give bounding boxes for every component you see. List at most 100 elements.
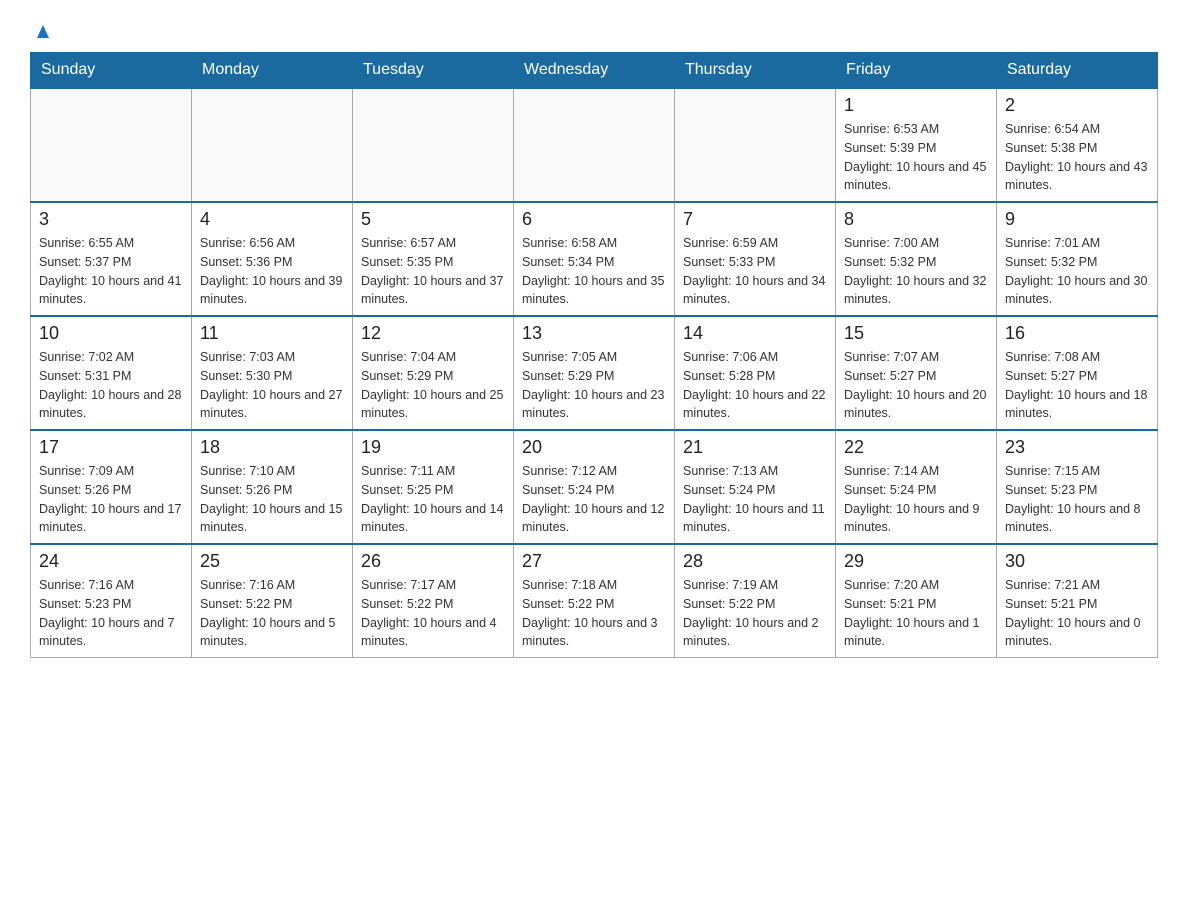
day-number: 25: [200, 551, 344, 572]
calendar-cell: 4 Sunrise: 6:56 AMSunset: 5:36 PMDaylight…: [192, 202, 353, 316]
day-info: Sunrise: 7:15 AMSunset: 5:23 PMDaylight:…: [1005, 462, 1149, 537]
day-info: Sunrise: 6:57 AMSunset: 5:35 PMDaylight:…: [361, 234, 505, 309]
calendar-cell: 18 Sunrise: 7:10 AMSunset: 5:26 PMDayligh…: [192, 430, 353, 544]
calendar-cell: 15 Sunrise: 7:07 AMSunset: 5:27 PMDayligh…: [836, 316, 997, 430]
day-info: Sunrise: 7:19 AMSunset: 5:22 PMDaylight:…: [683, 576, 827, 651]
calendar-cell: 8 Sunrise: 7:00 AMSunset: 5:32 PMDaylight…: [836, 202, 997, 316]
day-number: 15: [844, 323, 988, 344]
day-info: Sunrise: 7:14 AMSunset: 5:24 PMDaylight:…: [844, 462, 988, 537]
day-number: 2: [1005, 95, 1149, 116]
day-info: Sunrise: 6:55 AMSunset: 5:37 PMDaylight:…: [39, 234, 183, 309]
calendar-cell: 1Sunrise: 6:53 AMSunset: 5:39 PMDaylight…: [836, 88, 997, 202]
day-info: Sunrise: 7:21 AMSunset: 5:21 PMDaylight:…: [1005, 576, 1149, 651]
day-info: Sunrise: 6:56 AMSunset: 5:36 PMDaylight:…: [200, 234, 344, 309]
day-number: 8: [844, 209, 988, 230]
page-header: [30, 20, 1158, 42]
day-number: 16: [1005, 323, 1149, 344]
week-row-3: 10 Sunrise: 7:02 AMSunset: 5:31 PMDayligh…: [31, 316, 1158, 430]
day-number: 21: [683, 437, 827, 458]
day-number: 5: [361, 209, 505, 230]
calendar-cell: 7 Sunrise: 6:59 AMSunset: 5:33 PMDaylight…: [675, 202, 836, 316]
day-number: 7: [683, 209, 827, 230]
calendar-cell: 5 Sunrise: 6:57 AMSunset: 5:35 PMDaylight…: [353, 202, 514, 316]
logo: [30, 20, 56, 42]
day-info: Sunrise: 7:04 AMSunset: 5:29 PMDaylight:…: [361, 348, 505, 423]
calendar-cell: 17 Sunrise: 7:09 AMSunset: 5:26 PMDayligh…: [31, 430, 192, 544]
calendar-cell: 27Sunrise: 7:18 AMSunset: 5:22 PMDayligh…: [514, 544, 675, 658]
day-number: 18: [200, 437, 344, 458]
day-info: Sunrise: 7:02 AMSunset: 5:31 PMDaylight:…: [39, 348, 183, 423]
calendar-cell: 25 Sunrise: 7:16 AMSunset: 5:22 PMDayligh…: [192, 544, 353, 658]
calendar-table: SundayMondayTuesdayWednesdayThursdayFrid…: [30, 52, 1158, 658]
calendar-cell: 14Sunrise: 7:06 AMSunset: 5:28 PMDayligh…: [675, 316, 836, 430]
calendar-cell: 13 Sunrise: 7:05 AMSunset: 5:29 PMDayligh…: [514, 316, 675, 430]
calendar-header-tuesday: Tuesday: [353, 53, 514, 89]
calendar-cell: 26Sunrise: 7:17 AMSunset: 5:22 PMDayligh…: [353, 544, 514, 658]
day-info: Sunrise: 7:08 AMSunset: 5:27 PMDaylight:…: [1005, 348, 1149, 423]
calendar-cell: 16 Sunrise: 7:08 AMSunset: 5:27 PMDayligh…: [997, 316, 1158, 430]
day-number: 12: [361, 323, 505, 344]
day-number: 1: [844, 95, 988, 116]
calendar-cell: 21 Sunrise: 7:13 AMSunset: 5:24 PMDayligh…: [675, 430, 836, 544]
day-number: 19: [361, 437, 505, 458]
day-number: 28: [683, 551, 827, 572]
calendar-header-friday: Friday: [836, 53, 997, 89]
calendar-cell: 12 Sunrise: 7:04 AMSunset: 5:29 PMDayligh…: [353, 316, 514, 430]
calendar-cell: 24Sunrise: 7:16 AMSunset: 5:23 PMDayligh…: [31, 544, 192, 658]
day-info: Sunrise: 7:09 AMSunset: 5:26 PMDaylight:…: [39, 462, 183, 537]
calendar-cell: 2 Sunrise: 6:54 AMSunset: 5:38 PMDaylight…: [997, 88, 1158, 202]
calendar-cell: [514, 88, 675, 202]
calendar-cell: 10 Sunrise: 7:02 AMSunset: 5:31 PMDayligh…: [31, 316, 192, 430]
calendar-cell: 22 Sunrise: 7:14 AMSunset: 5:24 PMDayligh…: [836, 430, 997, 544]
calendar-cell: 19Sunrise: 7:11 AMSunset: 5:25 PMDayligh…: [353, 430, 514, 544]
logo-triangle-icon: [32, 20, 54, 42]
calendar-cell: 20 Sunrise: 7:12 AMSunset: 5:24 PMDayligh…: [514, 430, 675, 544]
week-row-4: 17 Sunrise: 7:09 AMSunset: 5:26 PMDayligh…: [31, 430, 1158, 544]
calendar-cell: 28 Sunrise: 7:19 AMSunset: 5:22 PMDayligh…: [675, 544, 836, 658]
day-number: 6: [522, 209, 666, 230]
day-number: 10: [39, 323, 183, 344]
day-info: Sunrise: 7:07 AMSunset: 5:27 PMDaylight:…: [844, 348, 988, 423]
day-number: 20: [522, 437, 666, 458]
day-number: 17: [39, 437, 183, 458]
day-number: 29: [844, 551, 988, 572]
day-info: Sunrise: 7:03 AMSunset: 5:30 PMDaylight:…: [200, 348, 344, 423]
day-info: Sunrise: 6:54 AMSunset: 5:38 PMDaylight:…: [1005, 120, 1149, 195]
day-info: Sunrise: 7:13 AMSunset: 5:24 PMDaylight:…: [683, 462, 827, 537]
day-info: Sunrise: 7:00 AMSunset: 5:32 PMDaylight:…: [844, 234, 988, 309]
day-info: Sunrise: 7:12 AMSunset: 5:24 PMDaylight:…: [522, 462, 666, 537]
calendar-header-thursday: Thursday: [675, 53, 836, 89]
calendar-cell: 11 Sunrise: 7:03 AMSunset: 5:30 PMDayligh…: [192, 316, 353, 430]
day-number: 27: [522, 551, 666, 572]
day-number: 30: [1005, 551, 1149, 572]
calendar-cell: [31, 88, 192, 202]
day-info: Sunrise: 7:17 AMSunset: 5:22 PMDaylight:…: [361, 576, 505, 651]
day-info: Sunrise: 7:20 AMSunset: 5:21 PMDaylight:…: [844, 576, 988, 651]
day-info: Sunrise: 7:05 AMSunset: 5:29 PMDaylight:…: [522, 348, 666, 423]
calendar-cell: 30 Sunrise: 7:21 AMSunset: 5:21 PMDayligh…: [997, 544, 1158, 658]
day-number: 13: [522, 323, 666, 344]
calendar-header-saturday: Saturday: [997, 53, 1158, 89]
week-row-5: 24Sunrise: 7:16 AMSunset: 5:23 PMDayligh…: [31, 544, 1158, 658]
day-number: 4: [200, 209, 344, 230]
day-info: Sunrise: 7:16 AMSunset: 5:23 PMDaylight:…: [39, 576, 183, 651]
day-info: Sunrise: 7:01 AMSunset: 5:32 PMDaylight:…: [1005, 234, 1149, 309]
day-info: Sunrise: 6:59 AMSunset: 5:33 PMDaylight:…: [683, 234, 827, 309]
calendar-cell: 3 Sunrise: 6:55 AMSunset: 5:37 PMDaylight…: [31, 202, 192, 316]
day-number: 3: [39, 209, 183, 230]
calendar-cell: 6Sunrise: 6:58 AMSunset: 5:34 PMDaylight…: [514, 202, 675, 316]
calendar-header-sunday: Sunday: [31, 53, 192, 89]
day-info: Sunrise: 7:16 AMSunset: 5:22 PMDaylight:…: [200, 576, 344, 651]
calendar-header-monday: Monday: [192, 53, 353, 89]
calendar-header-wednesday: Wednesday: [514, 53, 675, 89]
calendar-cell: 23Sunrise: 7:15 AMSunset: 5:23 PMDayligh…: [997, 430, 1158, 544]
day-number: 22: [844, 437, 988, 458]
day-info: Sunrise: 7:10 AMSunset: 5:26 PMDaylight:…: [200, 462, 344, 537]
day-number: 11: [200, 323, 344, 344]
calendar-cell: 9 Sunrise: 7:01 AMSunset: 5:32 PMDaylight…: [997, 202, 1158, 316]
calendar-cell: 29 Sunrise: 7:20 AMSunset: 5:21 PMDayligh…: [836, 544, 997, 658]
week-row-2: 3 Sunrise: 6:55 AMSunset: 5:37 PMDaylight…: [31, 202, 1158, 316]
calendar-header-row: SundayMondayTuesdayWednesdayThursdayFrid…: [31, 53, 1158, 89]
day-number: 9: [1005, 209, 1149, 230]
calendar-cell: [675, 88, 836, 202]
